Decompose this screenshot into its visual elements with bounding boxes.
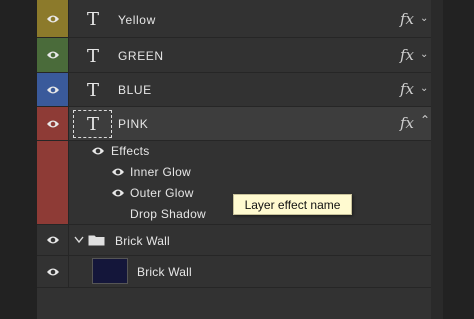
layer-name[interactable]: Brick Wall	[137, 265, 192, 279]
eye-icon[interactable]	[111, 167, 125, 177]
layer-thumbnail[interactable]	[92, 258, 128, 284]
visibility-toggle[interactable]	[37, 225, 69, 255]
chevron-up-icon[interactable]: ⌃	[420, 113, 430, 127]
eye-icon	[46, 268, 59, 275]
layer-name[interactable]: GREEN	[118, 49, 164, 63]
visibility-toggle[interactable]	[37, 0, 69, 37]
folder-icon	[88, 235, 105, 246]
eye-icon	[46, 236, 59, 244]
layer-name[interactable]: PINK	[118, 117, 148, 131]
eye-icon	[46, 15, 59, 22]
effect-drop-shadow[interactable]: Drop Shadow	[130, 207, 206, 221]
eye-icon	[46, 51, 59, 59]
type-icon: T	[86, 79, 99, 101]
fx-icon[interactable]: fx	[400, 114, 414, 132]
tooltip: Layer effect name	[233, 194, 352, 215]
type-icon: T	[86, 113, 99, 135]
layer-row-brick-wall[interactable]: Brick Wall	[37, 256, 431, 288]
layer-row-group-brick-wall[interactable]: Brick Wall	[37, 225, 431, 256]
panel-scrollbar[interactable]	[431, 0, 443, 319]
visibility-toggle[interactable]	[37, 107, 69, 140]
layer-row-pink[interactable]: T PINK fx ⌃	[37, 107, 431, 141]
type-icon: T	[86, 8, 99, 30]
chevron-down-icon[interactable]: ⌄	[420, 13, 428, 24]
layer-name[interactable]: Brick Wall	[115, 234, 170, 248]
fx-icon[interactable]: fx	[400, 80, 414, 98]
chevron-down-icon[interactable]: ⌄	[420, 83, 428, 94]
eye-icon[interactable]	[91, 146, 105, 156]
eye-icon	[46, 120, 59, 127]
visibility-toggle[interactable]	[37, 38, 69, 72]
fx-icon[interactable]: fx	[400, 46, 414, 64]
layer-name[interactable]: BLUE	[118, 83, 152, 97]
effects-label[interactable]: Effects	[111, 144, 150, 158]
eye-icon[interactable]	[111, 188, 125, 198]
effect-inner-glow[interactable]: Inner Glow	[130, 165, 191, 179]
visibility-toggle[interactable]	[37, 256, 69, 287]
layer-row-yellow[interactable]: T Yellow fx ⌄	[37, 0, 431, 38]
fx-icon[interactable]: fx	[400, 10, 414, 28]
type-icon: T	[86, 45, 99, 67]
chevron-down-icon[interactable]	[74, 233, 84, 247]
color-label-red	[37, 141, 69, 224]
layer-row-green[interactable]: T GREEN fx ⌄	[37, 38, 431, 73]
layer-row-blue[interactable]: T BLUE fx ⌄	[37, 73, 431, 107]
effect-outer-glow[interactable]: Outer Glow	[130, 186, 194, 200]
visibility-toggle[interactable]	[37, 73, 69, 106]
eye-icon	[46, 86, 59, 93]
chevron-down-icon[interactable]: ⌄	[420, 49, 428, 60]
layer-name[interactable]: Yellow	[118, 13, 156, 27]
